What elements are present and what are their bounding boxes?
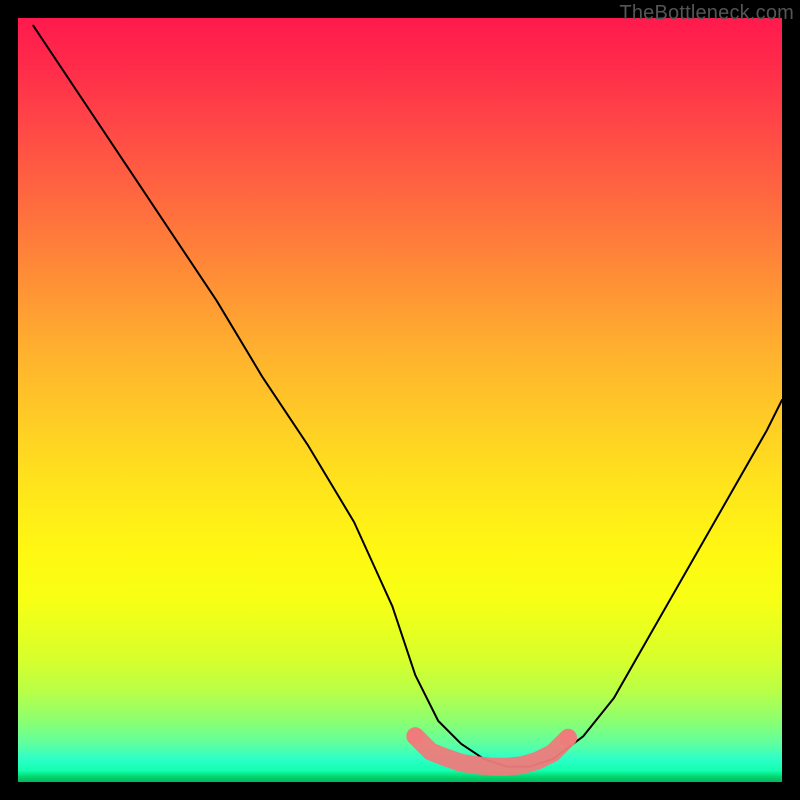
plot-area	[18, 18, 782, 782]
optimal-band	[415, 736, 568, 767]
chart-frame: TheBottleneck.com	[0, 0, 800, 800]
watermark-text: TheBottleneck.com	[619, 2, 794, 25]
optimal-band-endcap	[407, 728, 423, 744]
chart-svg	[18, 18, 782, 782]
optimal-band-endcap	[560, 730, 576, 746]
bottleneck-curve	[33, 26, 782, 767]
